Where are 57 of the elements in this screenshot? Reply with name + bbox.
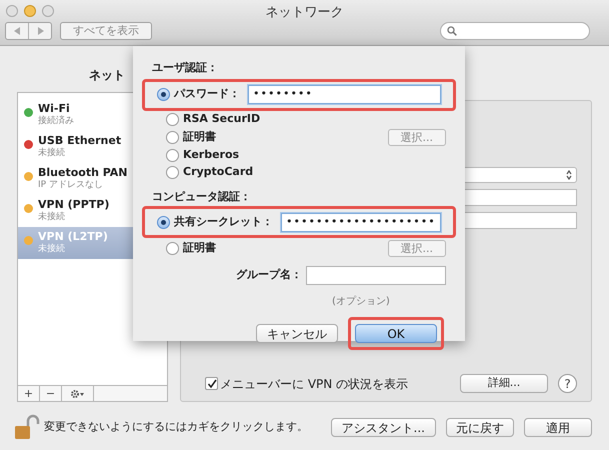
zoom-icon[interactable] [42,5,54,17]
network-name: VPN (L2TP) [38,230,108,243]
help-button[interactable]: ? [558,374,577,393]
back-arrow-icon[interactable] [14,27,20,35]
password-field[interactable]: •••••••••••••••••••• [281,212,441,232]
window-title: ネットワーク [266,4,344,22]
radio-button[interactable] [157,216,170,228]
password-field[interactable]: •••••••• [248,85,441,104]
radio-button[interactable] [166,166,179,178]
section-heading: ユーザ認証： [152,60,219,76]
option-label: 共有シークレット： [174,214,273,230]
optional-hint: (オプション) [332,296,390,307]
padlock-icon[interactable] [14,414,40,440]
advanced-button[interactable]: 詳細... [460,374,548,393]
minimize-icon[interactable] [24,5,36,17]
radio-button[interactable] [166,242,179,255]
search-field[interactable] [440,22,590,40]
network-label: ネット [89,68,125,82]
lock-hint: 変更できないようにするにはカギをクリックします。 [44,418,308,435]
option-label: Kerberos [183,146,240,163]
radio-button[interactable] [166,130,179,144]
group-name-label: グループ名： [235,267,302,284]
forward-arrow-icon[interactable] [36,27,44,35]
updown-chevron-icon [566,170,572,180]
radio-button[interactable] [166,148,179,162]
footer-button[interactable]: アシスタント... [330,418,436,436]
footer-button[interactable]: 元に戻す [446,418,514,436]
add-button[interactable]: + [18,386,40,401]
option-label: パスワード： [174,86,240,102]
radio-button[interactable] [166,112,179,126]
option-label: RSA SecurID [183,110,260,127]
option-label: 証明書 [183,240,216,256]
network-status: 未接続 [38,243,66,256]
remove-button[interactable]: − [40,386,62,401]
checkbox[interactable] [205,377,218,390]
network-name: Bluetooth PAN [38,166,128,179]
checkmark-icon [206,378,216,388]
ok-button[interactable]: OK [355,324,437,343]
network-name: USB Ethernet [38,134,122,147]
option-label: CryptoCard [183,164,254,180]
group-name-field[interactable] [306,266,446,285]
gear-icon [70,388,85,398]
option-label: 証明書 [183,128,216,145]
network-name: Wi-Fi [38,102,71,115]
cancel-button[interactable]: キャンセル [256,324,338,343]
search-icon [447,26,457,36]
network-status: 接続済み [38,115,74,128]
back-forward-control[interactable] [5,22,52,40]
checkbox-label: メニューバーに VPN の状況を表示 [220,376,408,392]
radio-button[interactable] [157,88,170,101]
network-status: 未接続 [38,147,66,160]
section-heading: コンピュータ認証： [152,188,252,204]
network-status: 未接続 [38,211,66,224]
close-icon[interactable] [6,5,18,17]
network-name: VPN (PPTP) [38,198,110,211]
network-status: IP アドレスなし [38,179,104,192]
footer-button[interactable]: 適用 [524,418,592,436]
